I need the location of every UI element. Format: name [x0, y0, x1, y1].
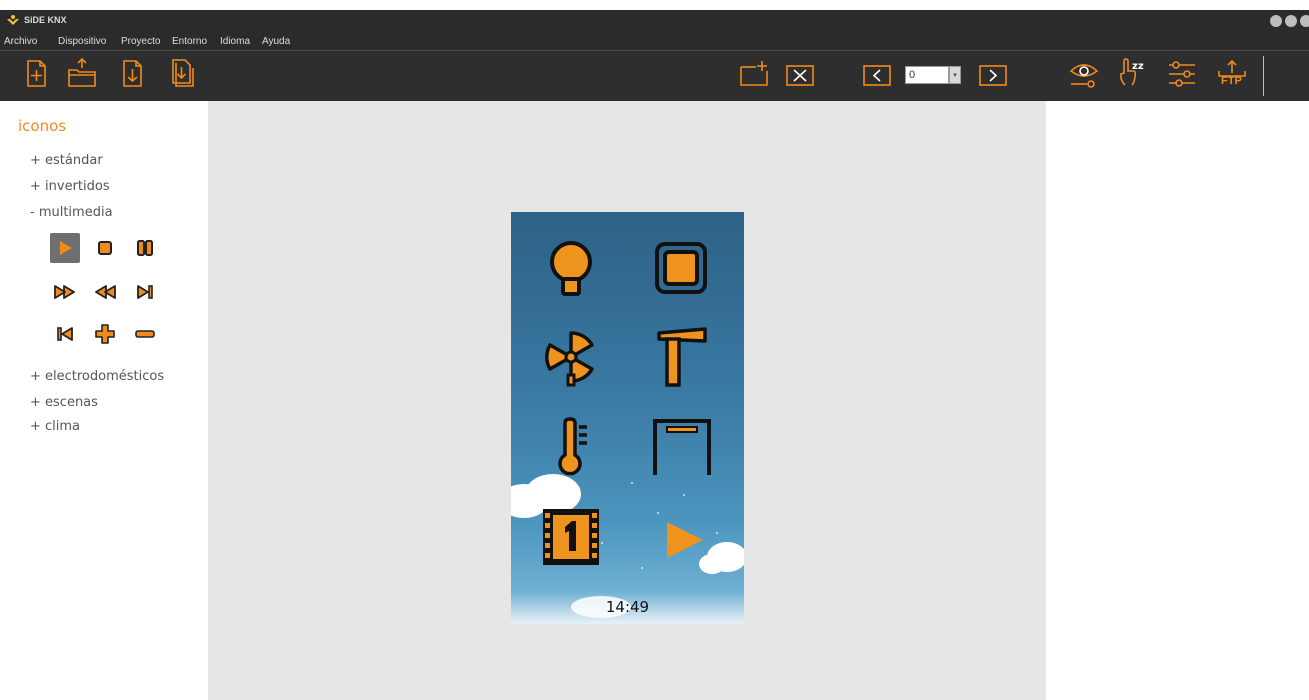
- sliders-icon: [1169, 61, 1195, 87]
- button-icon[interactable]: [651, 238, 711, 298]
- category-estandar[interactable]: + estándar: [30, 153, 103, 168]
- next-page-button[interactable]: [978, 57, 1010, 89]
- top-strip: [0, 0, 1309, 10]
- star: [641, 567, 643, 569]
- new-file-icon: [27, 60, 46, 87]
- menu-bar: Archivo Dispositivo Proyecto Entorno Idi…: [0, 34, 1309, 51]
- category-escenas[interactable]: + escenas: [30, 395, 98, 410]
- sleep-touch-button[interactable]: zz: [1114, 57, 1146, 89]
- menu-proyecto[interactable]: Proyecto: [121, 36, 160, 47]
- chevron-left-icon: [863, 65, 891, 86]
- icon-library-sidebar: iconos + estándar + invertidos - multime…: [0, 101, 208, 700]
- menu-dispositivo[interactable]: Dispositivo: [58, 36, 106, 47]
- import-file-icon: [123, 60, 142, 87]
- mm-skip-forward-icon[interactable]: [130, 277, 160, 307]
- star: [683, 494, 685, 496]
- category-electrodomesticos[interactable]: + electrodomésticos: [30, 369, 164, 384]
- open-folder-icon: [68, 57, 96, 87]
- chevron-right-icon: [979, 65, 1007, 86]
- export-file-icon: [172, 59, 194, 87]
- star: [601, 542, 603, 544]
- minimize-button[interactable]: [1270, 15, 1282, 27]
- mm-play-icon[interactable]: [50, 233, 80, 263]
- app-logo-icon: [7, 15, 19, 25]
- mm-skip-back-icon[interactable]: [50, 319, 80, 349]
- toolbar-separator: [1263, 56, 1264, 96]
- page-number-input[interactable]: 0: [905, 66, 949, 84]
- thermometer-icon[interactable]: [541, 417, 601, 477]
- page-spinbox[interactable]: 0 ▾: [905, 66, 961, 84]
- windsock-icon[interactable]: [651, 327, 711, 387]
- lightbulb-icon[interactable]: [541, 238, 601, 298]
- mm-stop-icon[interactable]: [90, 233, 120, 263]
- ftp-label: FTP: [1221, 75, 1242, 87]
- previous-page-button[interactable]: [862, 57, 894, 89]
- import-file-button[interactable]: [116, 57, 148, 89]
- menu-ayuda[interactable]: Ayuda: [262, 36, 290, 47]
- menu-entorno[interactable]: Entorno: [172, 36, 207, 47]
- category-invertidos[interactable]: + invertidos: [30, 179, 110, 194]
- window-title: SiDE KNX: [24, 15, 67, 25]
- mm-minus-icon[interactable]: [130, 319, 160, 349]
- film-scene-icon[interactable]: [541, 507, 601, 567]
- add-page-icon: [740, 61, 768, 86]
- spin-down-button[interactable]: ▾: [949, 66, 961, 84]
- play-icon[interactable]: [657, 512, 717, 572]
- star: [631, 482, 633, 484]
- door-frame-icon[interactable]: [651, 417, 711, 477]
- sidebar-title: iconos: [18, 117, 67, 135]
- settings-sliders-button[interactable]: [1166, 57, 1198, 89]
- open-folder-button[interactable]: [66, 57, 98, 89]
- category-clima[interactable]: + clima: [30, 419, 80, 434]
- mm-pause-icon[interactable]: [130, 233, 160, 263]
- title-bar: SiDE KNX: [0, 10, 1309, 34]
- maximize-button[interactable]: [1285, 15, 1297, 27]
- delete-page-button[interactable]: [784, 57, 816, 89]
- toolbar: zz: [0, 51, 1309, 101]
- device-screen-preview[interactable]: 14:49: [511, 212, 744, 624]
- add-page-button[interactable]: [738, 57, 770, 89]
- properties-panel: [1046, 101, 1309, 700]
- sleep-hand-icon: zz: [1120, 58, 1144, 86]
- menu-idioma[interactable]: Idioma: [220, 36, 250, 47]
- clock-time: 14:49: [605, 598, 650, 616]
- export-file-button[interactable]: [166, 57, 198, 89]
- menu-archivo[interactable]: Archivo: [4, 36, 37, 47]
- mm-rewind-icon[interactable]: [90, 277, 120, 307]
- eye-icon: [1069, 64, 1099, 88]
- close-button[interactable]: [1300, 15, 1309, 27]
- mm-fast-forward-icon[interactable]: [50, 277, 80, 307]
- new-file-button[interactable]: [20, 57, 52, 89]
- fan-icon[interactable]: [541, 327, 601, 387]
- mm-plus-icon[interactable]: [90, 319, 120, 349]
- svg-text:zz: zz: [1132, 61, 1144, 72]
- delete-page-icon: [786, 65, 814, 86]
- category-multimedia[interactable]: - multimedia: [30, 205, 113, 220]
- preview-button[interactable]: [1068, 57, 1100, 89]
